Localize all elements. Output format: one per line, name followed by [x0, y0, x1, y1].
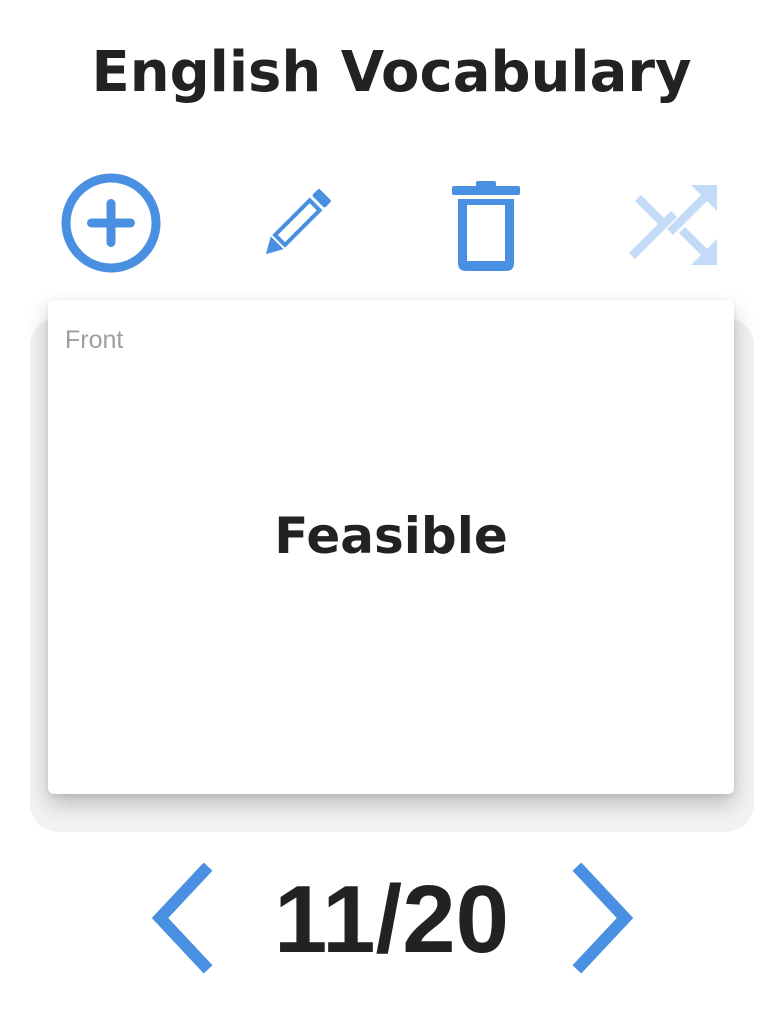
- shuffle-button[interactable]: [618, 168, 728, 278]
- trash-icon: [452, 181, 520, 271]
- pencil-icon: [265, 189, 331, 255]
- chevron-right-icon: [572, 863, 634, 973]
- card-word: Feasible: [274, 507, 508, 565]
- shuffle-icon: [629, 185, 717, 265]
- card-counter: 11/20: [274, 866, 509, 973]
- next-card-button[interactable]: [560, 858, 650, 978]
- add-card-button[interactable]: [56, 168, 166, 278]
- chevron-left-icon: [151, 863, 213, 973]
- edit-card-button[interactable]: [242, 168, 352, 278]
- card-side-label: Front: [65, 326, 124, 354]
- plus-circle-icon: [61, 173, 161, 273]
- flashcard[interactable]: Front Feasible: [48, 300, 734, 794]
- page-title: English Vocabulary: [91, 40, 692, 105]
- previous-card-button[interactable]: [135, 858, 225, 978]
- delete-card-button[interactable]: [431, 168, 541, 278]
